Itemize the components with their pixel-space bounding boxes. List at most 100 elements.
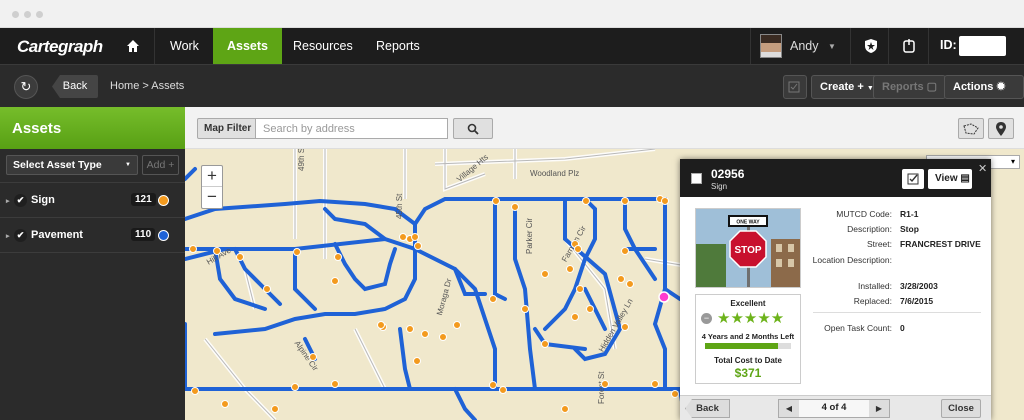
cost-label: Total Cost to Date bbox=[714, 356, 782, 365]
plus-icon: + bbox=[168, 159, 175, 171]
actions-button[interactable]: Actions ✹ ▼ bbox=[944, 75, 1024, 114]
zoom-out-button[interactable]: − bbox=[202, 187, 222, 208]
field-label: Description: bbox=[847, 224, 892, 234]
layer-pavement[interactable]: ▸ ✔ Pavement 110 bbox=[0, 217, 185, 253]
nav-work[interactable]: Work bbox=[156, 28, 213, 64]
window-dot bbox=[12, 11, 19, 18]
layer-label: Sign bbox=[31, 194, 55, 206]
chevron-down-icon[interactable]: ▼ bbox=[828, 42, 836, 51]
chevron-down-icon: ▾ bbox=[1010, 157, 1015, 166]
location-button[interactable] bbox=[988, 118, 1014, 139]
street-label: Woodland Plz bbox=[530, 169, 580, 178]
toolbar: ↻ Back Home > Assets Create + ▼ Reports … bbox=[0, 64, 1024, 114]
edit-check-icon bbox=[907, 173, 919, 185]
view-button[interactable]: View ▤ bbox=[928, 169, 972, 189]
popup-back-button[interactable]: Back bbox=[685, 399, 730, 418]
id-field[interactable] bbox=[959, 36, 1006, 56]
nav-assets[interactable]: Assets bbox=[213, 28, 282, 64]
search-button[interactable] bbox=[453, 118, 493, 139]
asset-popup: 02956 Sign View ▤ ✕ ONE WAY STOP Excelle… bbox=[680, 159, 991, 420]
create-button[interactable]: Create + ▼ bbox=[811, 75, 883, 99]
layer-count: 121 bbox=[131, 193, 156, 206]
asset-type-select[interactable]: Select Asset Type ▼ bbox=[6, 155, 138, 175]
field-label: Street: bbox=[866, 239, 892, 249]
minus-icon[interactable]: − bbox=[701, 313, 712, 324]
popup-footer: Back ◀ 4 of 4 ▶ Close bbox=[680, 395, 991, 420]
field-value: 3/28/2003 bbox=[900, 281, 938, 291]
pager-text: 4 of 4 bbox=[821, 402, 847, 413]
prev-icon[interactable]: ◀ bbox=[779, 400, 799, 417]
layer-label: Pavement bbox=[31, 229, 83, 241]
close-icon[interactable]: ✕ bbox=[978, 162, 987, 175]
edit-button[interactable] bbox=[902, 169, 924, 189]
search-input[interactable] bbox=[255, 118, 448, 139]
shield-icon[interactable] bbox=[864, 38, 878, 54]
field-label: Replaced: bbox=[853, 296, 892, 306]
next-icon[interactable]: ▶ bbox=[869, 400, 889, 417]
home-icon[interactable] bbox=[126, 39, 140, 53]
popup-close-button[interactable]: Close bbox=[941, 399, 981, 418]
popup-header: 02956 Sign View ▤ ✕ bbox=[680, 159, 991, 197]
sidebar-title: Assets bbox=[0, 107, 185, 149]
avatar[interactable] bbox=[760, 34, 782, 58]
polygon-icon bbox=[963, 123, 979, 135]
refresh-button[interactable]: ↻ bbox=[14, 75, 38, 99]
check-icon[interactable]: ✔ bbox=[14, 194, 27, 207]
back-button[interactable]: Back bbox=[52, 75, 98, 98]
field-value: R1-1 bbox=[900, 209, 919, 219]
logout-icon[interactable] bbox=[901, 38, 917, 54]
total-cost: $371 bbox=[734, 366, 762, 380]
street-label: Forest St bbox=[597, 371, 606, 404]
check-icon[interactable]: ✔ bbox=[14, 229, 27, 242]
zoom-in-button[interactable]: + bbox=[202, 166, 222, 187]
field-value: Stop bbox=[900, 224, 919, 234]
field-label: MUTCD Code: bbox=[836, 209, 892, 219]
refresh-icon: ↻ bbox=[20, 79, 32, 94]
field-label: Open Task Count: bbox=[824, 323, 892, 333]
field-value: 7/6/2015 bbox=[900, 296, 934, 306]
zoom-control: + − bbox=[201, 165, 223, 209]
window-dot bbox=[36, 11, 43, 18]
asset-id: 02956 bbox=[711, 167, 745, 181]
street-label: Parker Cir bbox=[525, 217, 534, 254]
street-label: 45th St bbox=[395, 193, 404, 219]
field-value: 0 bbox=[900, 323, 905, 333]
window-dot bbox=[24, 11, 31, 18]
condition-rating: Excellent − ★★★★★ 4 Years and 2 Months L… bbox=[695, 294, 801, 384]
expand-icon[interactable]: ▸ bbox=[6, 197, 10, 205]
map-pin-icon bbox=[996, 122, 1006, 136]
asset-type: Sign bbox=[711, 182, 728, 191]
select-button[interactable] bbox=[783, 75, 807, 99]
document-icon: ▤ bbox=[960, 173, 970, 184]
search-icon bbox=[467, 123, 479, 135]
chevron-down-icon: ▼ bbox=[125, 162, 131, 168]
top-nav: Cartegraph Work Assets Resources Reports… bbox=[0, 28, 1024, 64]
popup-checkbox[interactable] bbox=[691, 173, 702, 184]
divider bbox=[813, 312, 981, 313]
checkbox-icon bbox=[788, 81, 800, 93]
user-name[interactable]: Andy bbox=[790, 39, 819, 53]
field-value: FRANCREST DRIVE bbox=[900, 239, 981, 249]
stop-text: STOP bbox=[734, 245, 761, 256]
nav-resources[interactable]: Resources bbox=[279, 28, 367, 64]
expand-icon[interactable]: ▸ bbox=[6, 232, 10, 240]
app-logo[interactable]: Cartegraph bbox=[17, 37, 103, 57]
layer-color-swatch[interactable] bbox=[158, 195, 169, 206]
window-chrome bbox=[0, 0, 1024, 28]
field-label: Location Description: bbox=[812, 255, 892, 265]
remaining-life: 4 Years and 2 Months Left bbox=[701, 332, 795, 341]
map-toolbar: Map Filter bbox=[185, 107, 1024, 149]
layer-color-swatch[interactable] bbox=[158, 230, 169, 241]
sidebar: Assets Select Asset Type ▼ Add + ▸ ✔ Sign… bbox=[0, 107, 185, 420]
nav-reports[interactable]: Reports bbox=[362, 28, 434, 64]
map-filter-button[interactable]: Map Filter bbox=[197, 118, 259, 139]
reports-button[interactable]: Reports ▢ bbox=[873, 75, 947, 99]
layer-sign[interactable]: ▸ ✔ Sign 121 bbox=[0, 182, 185, 218]
add-button[interactable]: Add + bbox=[142, 155, 179, 175]
layer-count: 110 bbox=[131, 228, 156, 241]
polygon-select-button[interactable] bbox=[958, 118, 984, 139]
gear-icon: ✹ bbox=[996, 81, 1006, 93]
plus-icon: + bbox=[857, 81, 864, 93]
breadcrumb[interactable]: Home > Assets bbox=[110, 80, 184, 92]
field-label: Installed: bbox=[857, 281, 892, 291]
